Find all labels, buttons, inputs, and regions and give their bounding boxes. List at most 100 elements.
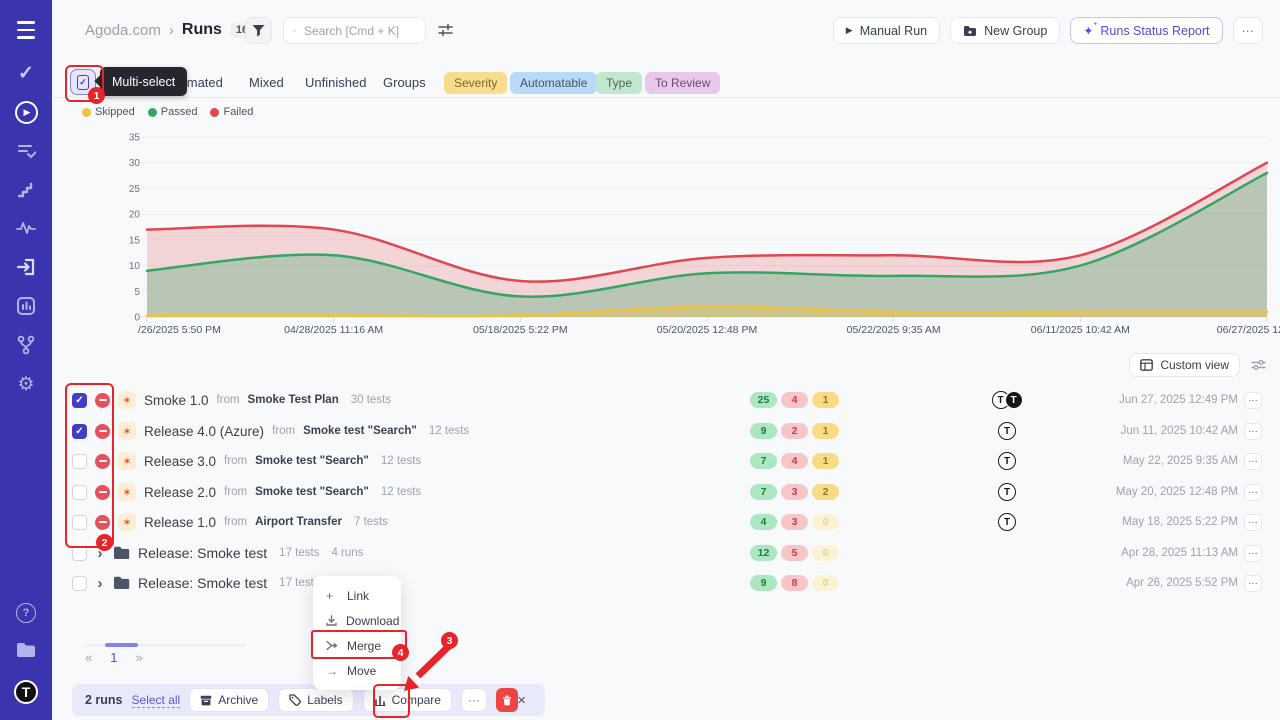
passed-dot-icon: [148, 108, 157, 117]
row-more-button[interactable]: ···: [1244, 545, 1262, 562]
avatar: T: [998, 422, 1016, 440]
milestones-steps-icon[interactable]: [0, 180, 52, 200]
run-avatars: T: [987, 422, 1027, 440]
row-more-button[interactable]: ···: [1244, 453, 1262, 470]
run-name[interactable]: Release 3.0: [144, 454, 216, 469]
tab-mixed[interactable]: Mixed: [249, 75, 284, 90]
archive-button[interactable]: Archive: [189, 688, 269, 712]
workspace-logo-avatar[interactable]: T: [0, 680, 52, 704]
avatar: T: [998, 483, 1016, 501]
compare-button[interactable]: Compare: [363, 688, 452, 712]
pagination-page-1[interactable]: 1: [110, 650, 117, 665]
tag-icon: [289, 694, 301, 706]
passed-badge: 7: [750, 484, 777, 500]
bulk-more-button[interactable]: ···: [461, 688, 487, 712]
tab-unfinished[interactable]: Unfinished: [305, 75, 366, 90]
row-checkbox[interactable]: [72, 546, 87, 561]
runs-status-report-button[interactable]: ✦+ Runs Status Report: [1070, 17, 1222, 44]
select-all-link[interactable]: Select all: [132, 693, 181, 708]
settings-gear-icon[interactable]: ⚙: [0, 373, 52, 395]
merge-icon: [326, 640, 338, 651]
row-checkbox[interactable]: [72, 454, 87, 469]
help-icon[interactable]: ?: [0, 603, 52, 623]
branches-icon[interactable]: [0, 334, 52, 356]
menu-item-move[interactable]: → Move: [313, 658, 401, 683]
table-row-group[interactable]: › Release: Smoke test 17 tests 4 runs 12…: [72, 538, 1262, 568]
activity-pulse-icon[interactable]: [0, 218, 52, 238]
run-name[interactable]: Release 4.0 (Azure): [144, 424, 264, 439]
tests-check-icon[interactable]: ✓: [0, 62, 52, 84]
table-row[interactable]: ✓ ✶ Smoke 1.0 from Smoke Test Plan 30 te…: [72, 385, 1262, 415]
table-row-group[interactable]: › Release: Smoke test 17 tests 7 runs 9 …: [72, 568, 1262, 598]
failed-badge: 4: [781, 453, 808, 469]
filter-funnel-button[interactable]: [245, 17, 272, 44]
arrow-right-icon: →: [326, 664, 338, 678]
new-group-button[interactable]: New Group: [950, 17, 1060, 44]
row-checkbox[interactable]: ✓: [72, 424, 87, 439]
test-plans-icon[interactable]: [0, 141, 52, 161]
table-row[interactable]: ✶ Release 1.0 from Airport Transfer 7 te…: [72, 507, 1262, 537]
list-scrollbar-thumb[interactable]: [105, 643, 138, 647]
skipped-badge: 0: [812, 514, 839, 530]
header-more-button[interactable]: ···: [1233, 17, 1264, 44]
table-row[interactable]: ✓ ✶ Release 4.0 (Azure) from Smoke test …: [72, 416, 1262, 446]
filter-pill-automatable[interactable]: Automatable: [510, 72, 597, 94]
breadcrumb-project[interactable]: Agoda.com: [85, 22, 161, 39]
failed-badge: 3: [781, 514, 808, 530]
run-name[interactable]: Release 1.0: [144, 515, 216, 530]
import-icon[interactable]: [0, 256, 52, 278]
group-name[interactable]: Release: Smoke test: [138, 575, 267, 591]
filter-pill-type[interactable]: Type: [596, 72, 642, 94]
tab-groups[interactable]: Groups: [383, 75, 426, 90]
run-source[interactable]: Smoke test "Search": [255, 486, 369, 498]
menu-item-link[interactable]: + Link: [313, 583, 401, 608]
row-checkbox[interactable]: [72, 576, 87, 591]
group-date: Apr 26, 2025 5:52 PM: [1126, 577, 1238, 589]
row-more-button[interactable]: ···: [1244, 423, 1262, 440]
custom-view-button[interactable]: Custom view: [1129, 353, 1240, 377]
table-row[interactable]: ✶ Release 3.0 from Smoke test "Search" 1…: [72, 446, 1262, 476]
menu-item-merge[interactable]: Merge: [313, 633, 401, 658]
y-axis-tick-label: 35: [129, 133, 141, 144]
group-run-count: 4 runs: [331, 547, 363, 559]
close-icon[interactable]: ×: [511, 691, 532, 710]
row-checkbox[interactable]: ✓: [72, 393, 87, 408]
skipped-badge: 1: [812, 423, 839, 439]
run-name[interactable]: Smoke 1.0: [144, 393, 209, 408]
row-more-button[interactable]: ···: [1244, 484, 1262, 501]
menu-hamburger-icon[interactable]: [0, 19, 52, 41]
passed-badge: 12: [750, 545, 777, 561]
manual-run-button[interactable]: ▶ Manual Run: [833, 17, 940, 44]
row-checkbox[interactable]: [72, 485, 87, 500]
run-source[interactable]: Airport Transfer: [255, 516, 342, 528]
run-from-label: from: [272, 425, 295, 437]
pagination: « 1 »: [85, 650, 143, 665]
runs-play-icon[interactable]: ▶: [0, 100, 52, 124]
pagination-prev[interactable]: «: [85, 650, 92, 665]
row-more-button[interactable]: ···: [1244, 575, 1262, 592]
filter-pill-severity[interactable]: Severity: [444, 72, 507, 94]
pagination-next[interactable]: »: [135, 650, 142, 665]
run-source[interactable]: Smoke test "Search": [303, 425, 417, 437]
list-settings-sliders-icon[interactable]: [1251, 358, 1266, 377]
row-more-button[interactable]: ···: [1244, 392, 1262, 409]
y-axis-tick-label: 30: [129, 158, 141, 169]
search-input[interactable]: [302, 23, 416, 39]
reports-chart-icon[interactable]: [0, 295, 52, 317]
run-source[interactable]: Smoke Test Plan: [248, 394, 339, 406]
group-name[interactable]: Release: Smoke test: [138, 545, 267, 561]
filter-pill-to-review[interactable]: To Review: [645, 72, 720, 94]
row-checkbox[interactable]: [72, 515, 87, 530]
labels-button[interactable]: Labels: [278, 688, 353, 712]
run-name[interactable]: Release 2.0: [144, 485, 216, 500]
run-source[interactable]: Smoke test "Search": [255, 455, 369, 467]
filter-sliders-icon[interactable]: [438, 23, 453, 42]
search-box[interactable]: [283, 17, 426, 44]
table-row[interactable]: ✶ Release 2.0 from Smoke test "Search" 1…: [72, 477, 1262, 507]
expand-chevron-icon[interactable]: ›: [95, 575, 105, 592]
projects-folder-icon[interactable]: [0, 640, 52, 660]
run-test-count: 12 tests: [381, 486, 421, 498]
row-more-button[interactable]: ···: [1244, 514, 1262, 531]
menu-item-download[interactable]: Download: [313, 608, 401, 633]
run-type-icon: ✶: [118, 391, 136, 409]
